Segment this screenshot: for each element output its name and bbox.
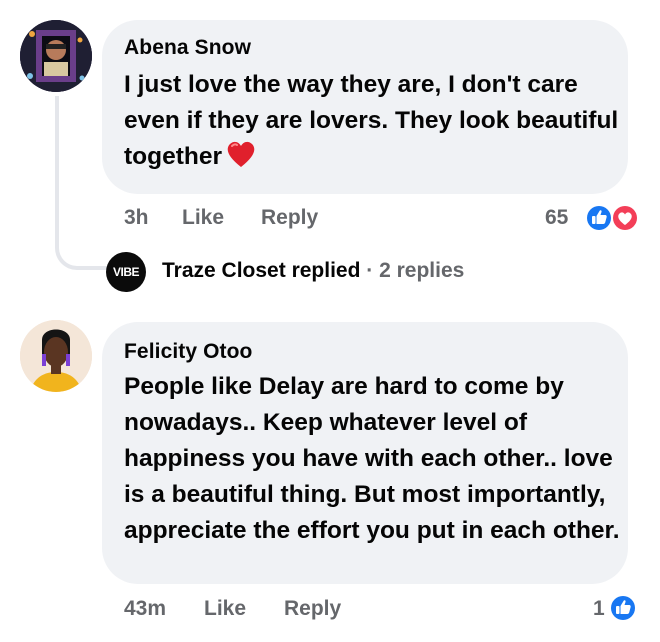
separator: · [366, 259, 374, 282]
thread-connector [55, 96, 107, 270]
reply-summary-text[interactable]: Traze Closet replied · 2 replies [162, 259, 464, 283]
comment-text: I just love the way they are, I don't ca… [124, 67, 624, 179]
like-icon [585, 204, 613, 232]
love-icon [611, 204, 639, 232]
reaction-count[interactable]: 1 [593, 597, 605, 621]
reply-button[interactable]: Reply [284, 597, 341, 621]
reaction-count[interactable]: 65 [545, 206, 568, 230]
like-icon[interactable] [607, 592, 639, 629]
like-button[interactable]: Like [182, 206, 224, 230]
comment-author[interactable]: Felicity Otoo [124, 340, 252, 364]
avatar[interactable] [20, 320, 92, 392]
reply-action: replied [291, 259, 361, 282]
reactions[interactable] [583, 202, 643, 239]
comment-author[interactable]: Abena Snow [124, 36, 251, 60]
like-button[interactable]: Like [204, 597, 246, 621]
comment-bubble: Felicity Otoo People like Delay are hard… [102, 322, 628, 584]
avatar[interactable]: VIBE [106, 252, 146, 292]
reply-button[interactable]: Reply [261, 206, 318, 230]
comment-bubble: Abena Snow I just love the way they are,… [102, 20, 628, 194]
comment-text: People like Delay are hard to come by no… [124, 373, 620, 544]
comment-time[interactable]: 3h [124, 206, 149, 230]
comment-time[interactable]: 43m [124, 597, 166, 621]
red-heart-emoji [226, 140, 256, 179]
reply-author[interactable]: Traze Closet [162, 259, 286, 282]
replies-count[interactable]: 2 replies [379, 259, 464, 282]
avatar[interactable] [20, 20, 92, 92]
